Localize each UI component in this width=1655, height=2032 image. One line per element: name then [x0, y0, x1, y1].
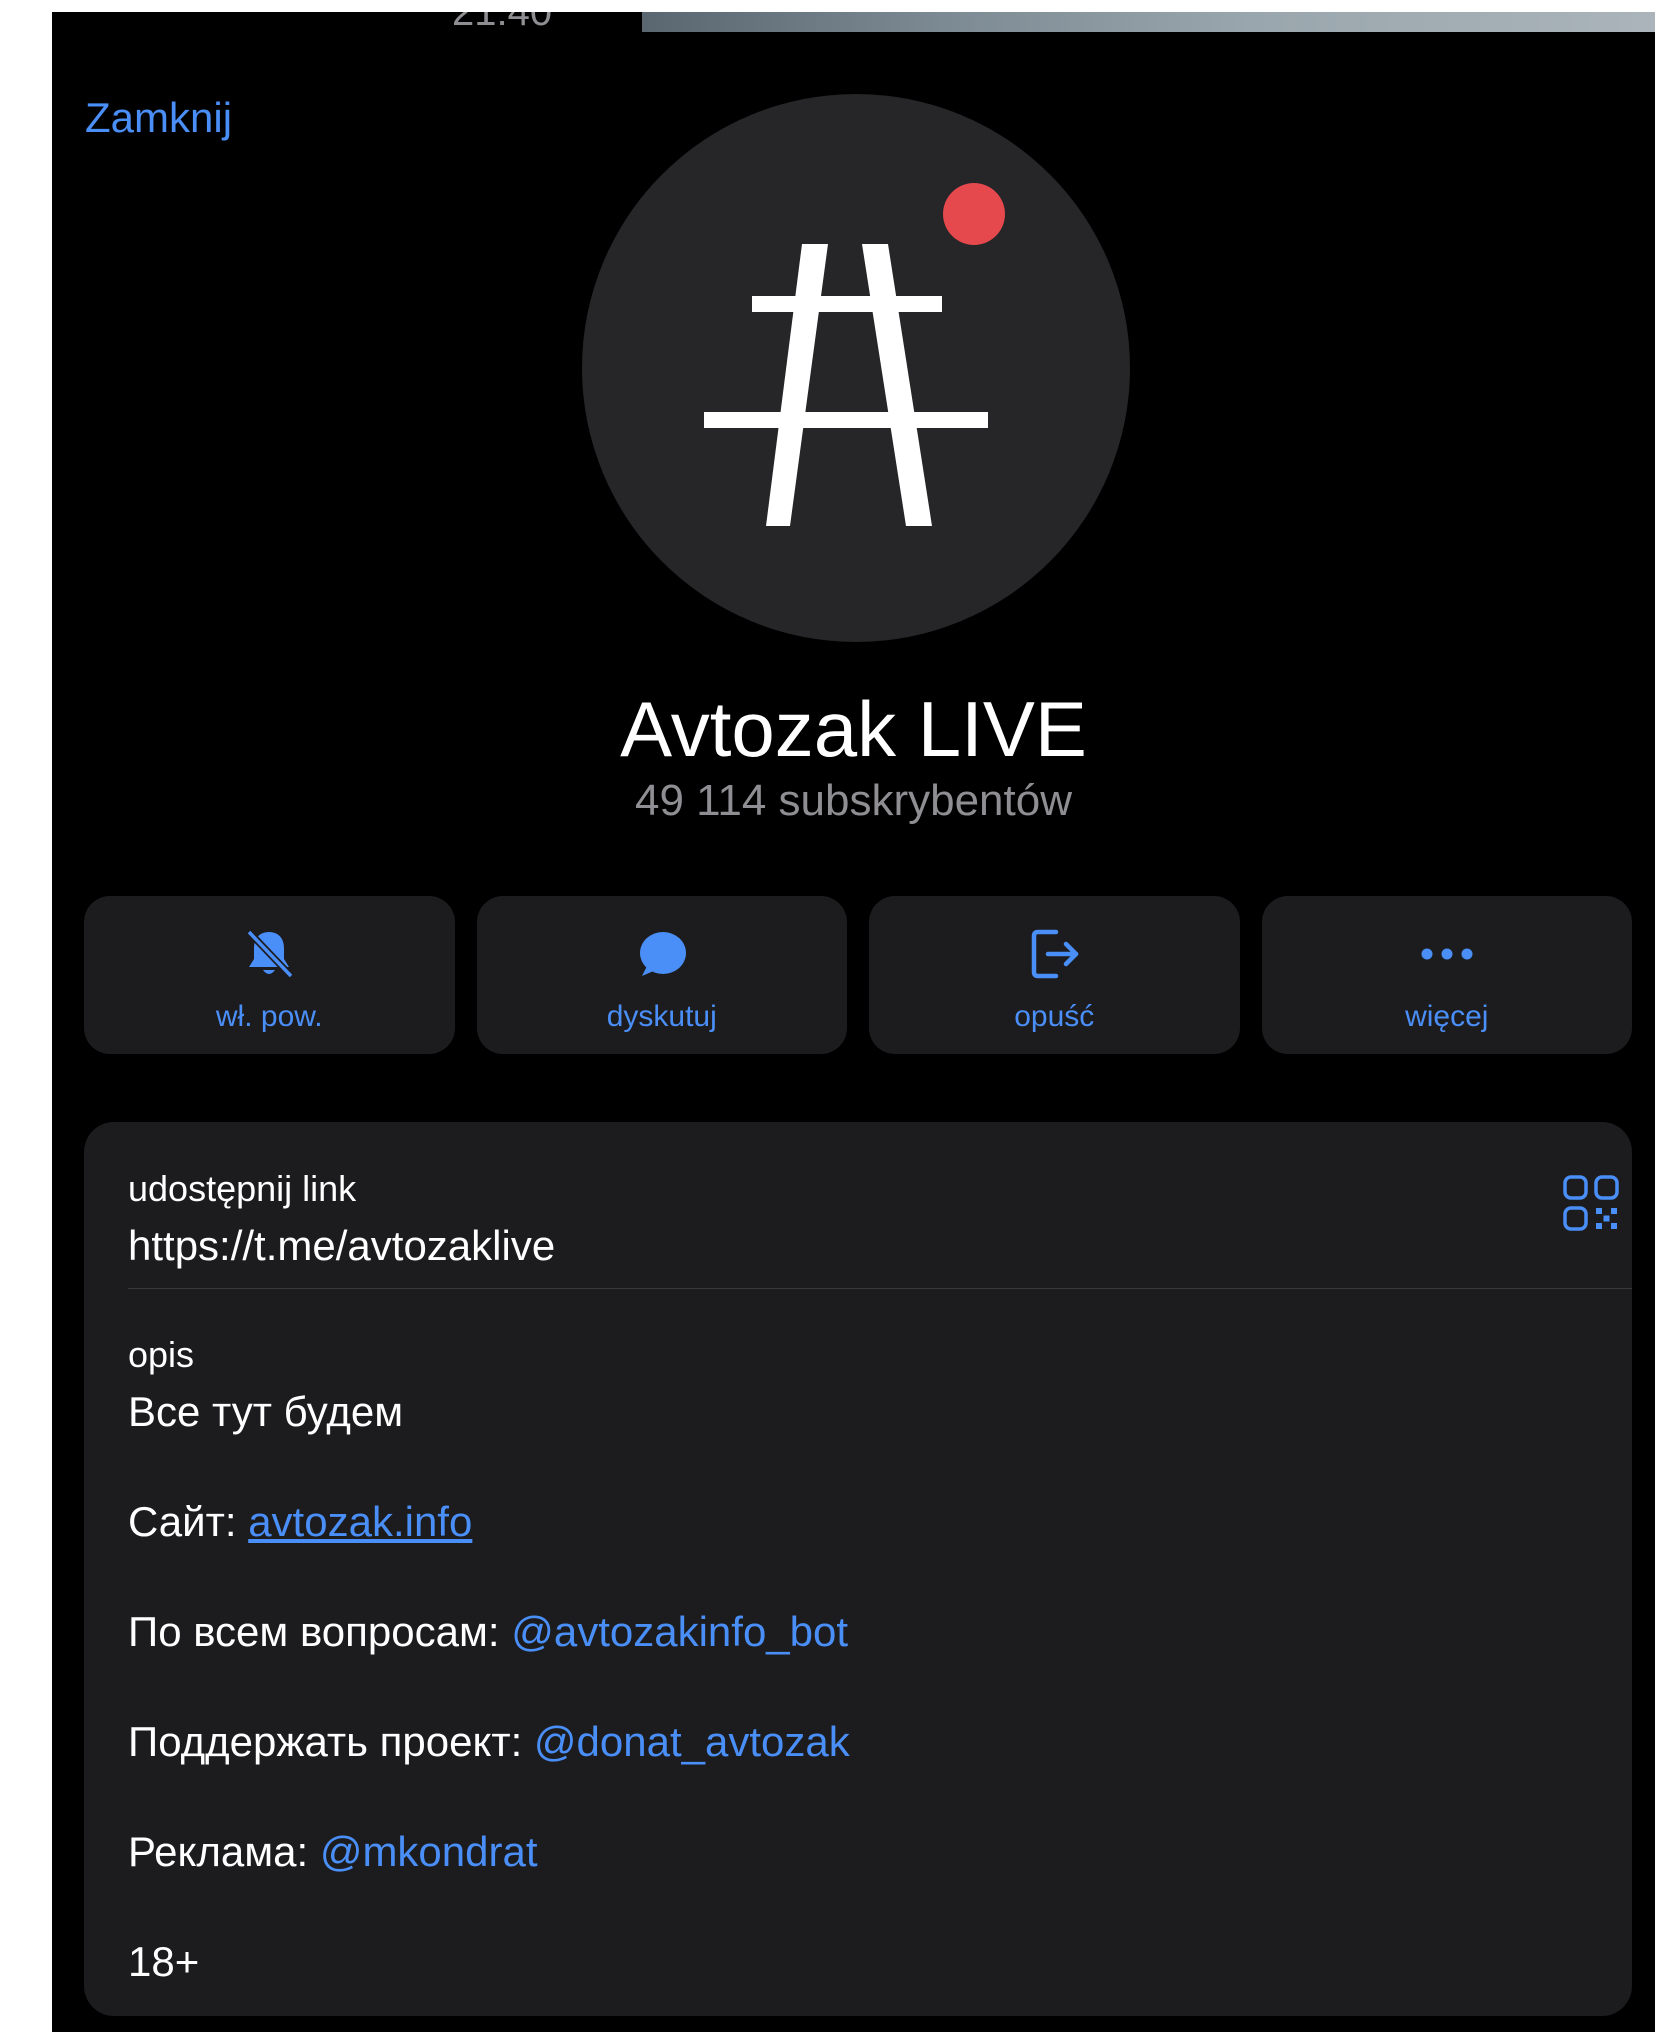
close-button[interactable]: Zamknij: [85, 94, 232, 142]
more-dots-icon: [1421, 948, 1473, 960]
description-line-ads: Реклама: @mkondrat: [128, 1828, 538, 1876]
channel-info-card: udostępnij link https://t.me/avtozaklive…: [84, 1122, 1632, 2016]
unmute-button[interactable]: wł. pow.: [84, 896, 455, 1054]
discuss-button[interactable]: dyskutuj: [476, 896, 847, 1054]
ads-link[interactable]: @mkondrat: [320, 1828, 538, 1875]
status-bar: 21:40: [52, 12, 1655, 34]
channel-name: Avtozak LIVE: [620, 685, 1087, 773]
share-link[interactable]: https://t.me/avtozaklive: [128, 1222, 555, 1270]
live-indicator-dot: [943, 183, 1005, 245]
description-line-site: Сайт: avtozak.info: [128, 1498, 472, 1546]
status-time: 21:40: [452, 12, 553, 34]
description-line-questions: По всем вопросам: @avtozakinfo_bot: [128, 1608, 848, 1656]
questions-prefix: По всем вопросам:: [128, 1608, 512, 1655]
leave-label: opuść: [1014, 1000, 1095, 1033]
age-rating: 18+: [128, 1938, 200, 1985]
questions-bot-link[interactable]: @avtozakinfo_bot: [511, 1608, 848, 1655]
site-prefix: Сайт:: [128, 1498, 249, 1545]
more-button[interactable]: więcej: [1261, 896, 1632, 1054]
discuss-label: dyskutuj: [606, 1000, 717, 1033]
support-link[interactable]: @donat_avtozak: [534, 1718, 850, 1765]
description-line-support: Поддержать проект: @donat_avtozak: [128, 1718, 850, 1766]
channel-info-screen: 21:40 Zamknij Avtozak LIVE 49 114 subskr…: [52, 12, 1655, 2032]
unmute-label: wł. pow.: [215, 1000, 323, 1033]
chat-bubble-icon: [639, 932, 686, 976]
ads-prefix: Реклама:: [128, 1828, 320, 1875]
description-label: opis: [128, 1334, 195, 1375]
leave-button[interactable]: opuść: [869, 896, 1240, 1054]
action-buttons-row: wł. pow. dyskutuj opuść więcej: [84, 896, 1632, 1054]
leave-icon: [1032, 929, 1079, 979]
card-divider: [128, 1288, 1632, 1289]
share-link-label: udostępnij link: [128, 1168, 357, 1209]
qr-code-icon[interactable]: [1562, 1174, 1620, 1232]
avatar-logo-icon: [704, 183, 1005, 526]
bell-slash-icon: [246, 929, 294, 979]
subscriber-count: 49 114 subskrybentów: [634, 776, 1072, 825]
more-label: więcej: [1405, 1000, 1489, 1033]
channel-avatar[interactable]: [582, 94, 1130, 642]
description-line-1: Все тут будем: [128, 1388, 404, 1435]
site-link[interactable]: avtozak.info: [248, 1498, 472, 1545]
support-prefix: Поддержать проект:: [128, 1718, 534, 1765]
background-photo-strip: [642, 12, 1655, 32]
